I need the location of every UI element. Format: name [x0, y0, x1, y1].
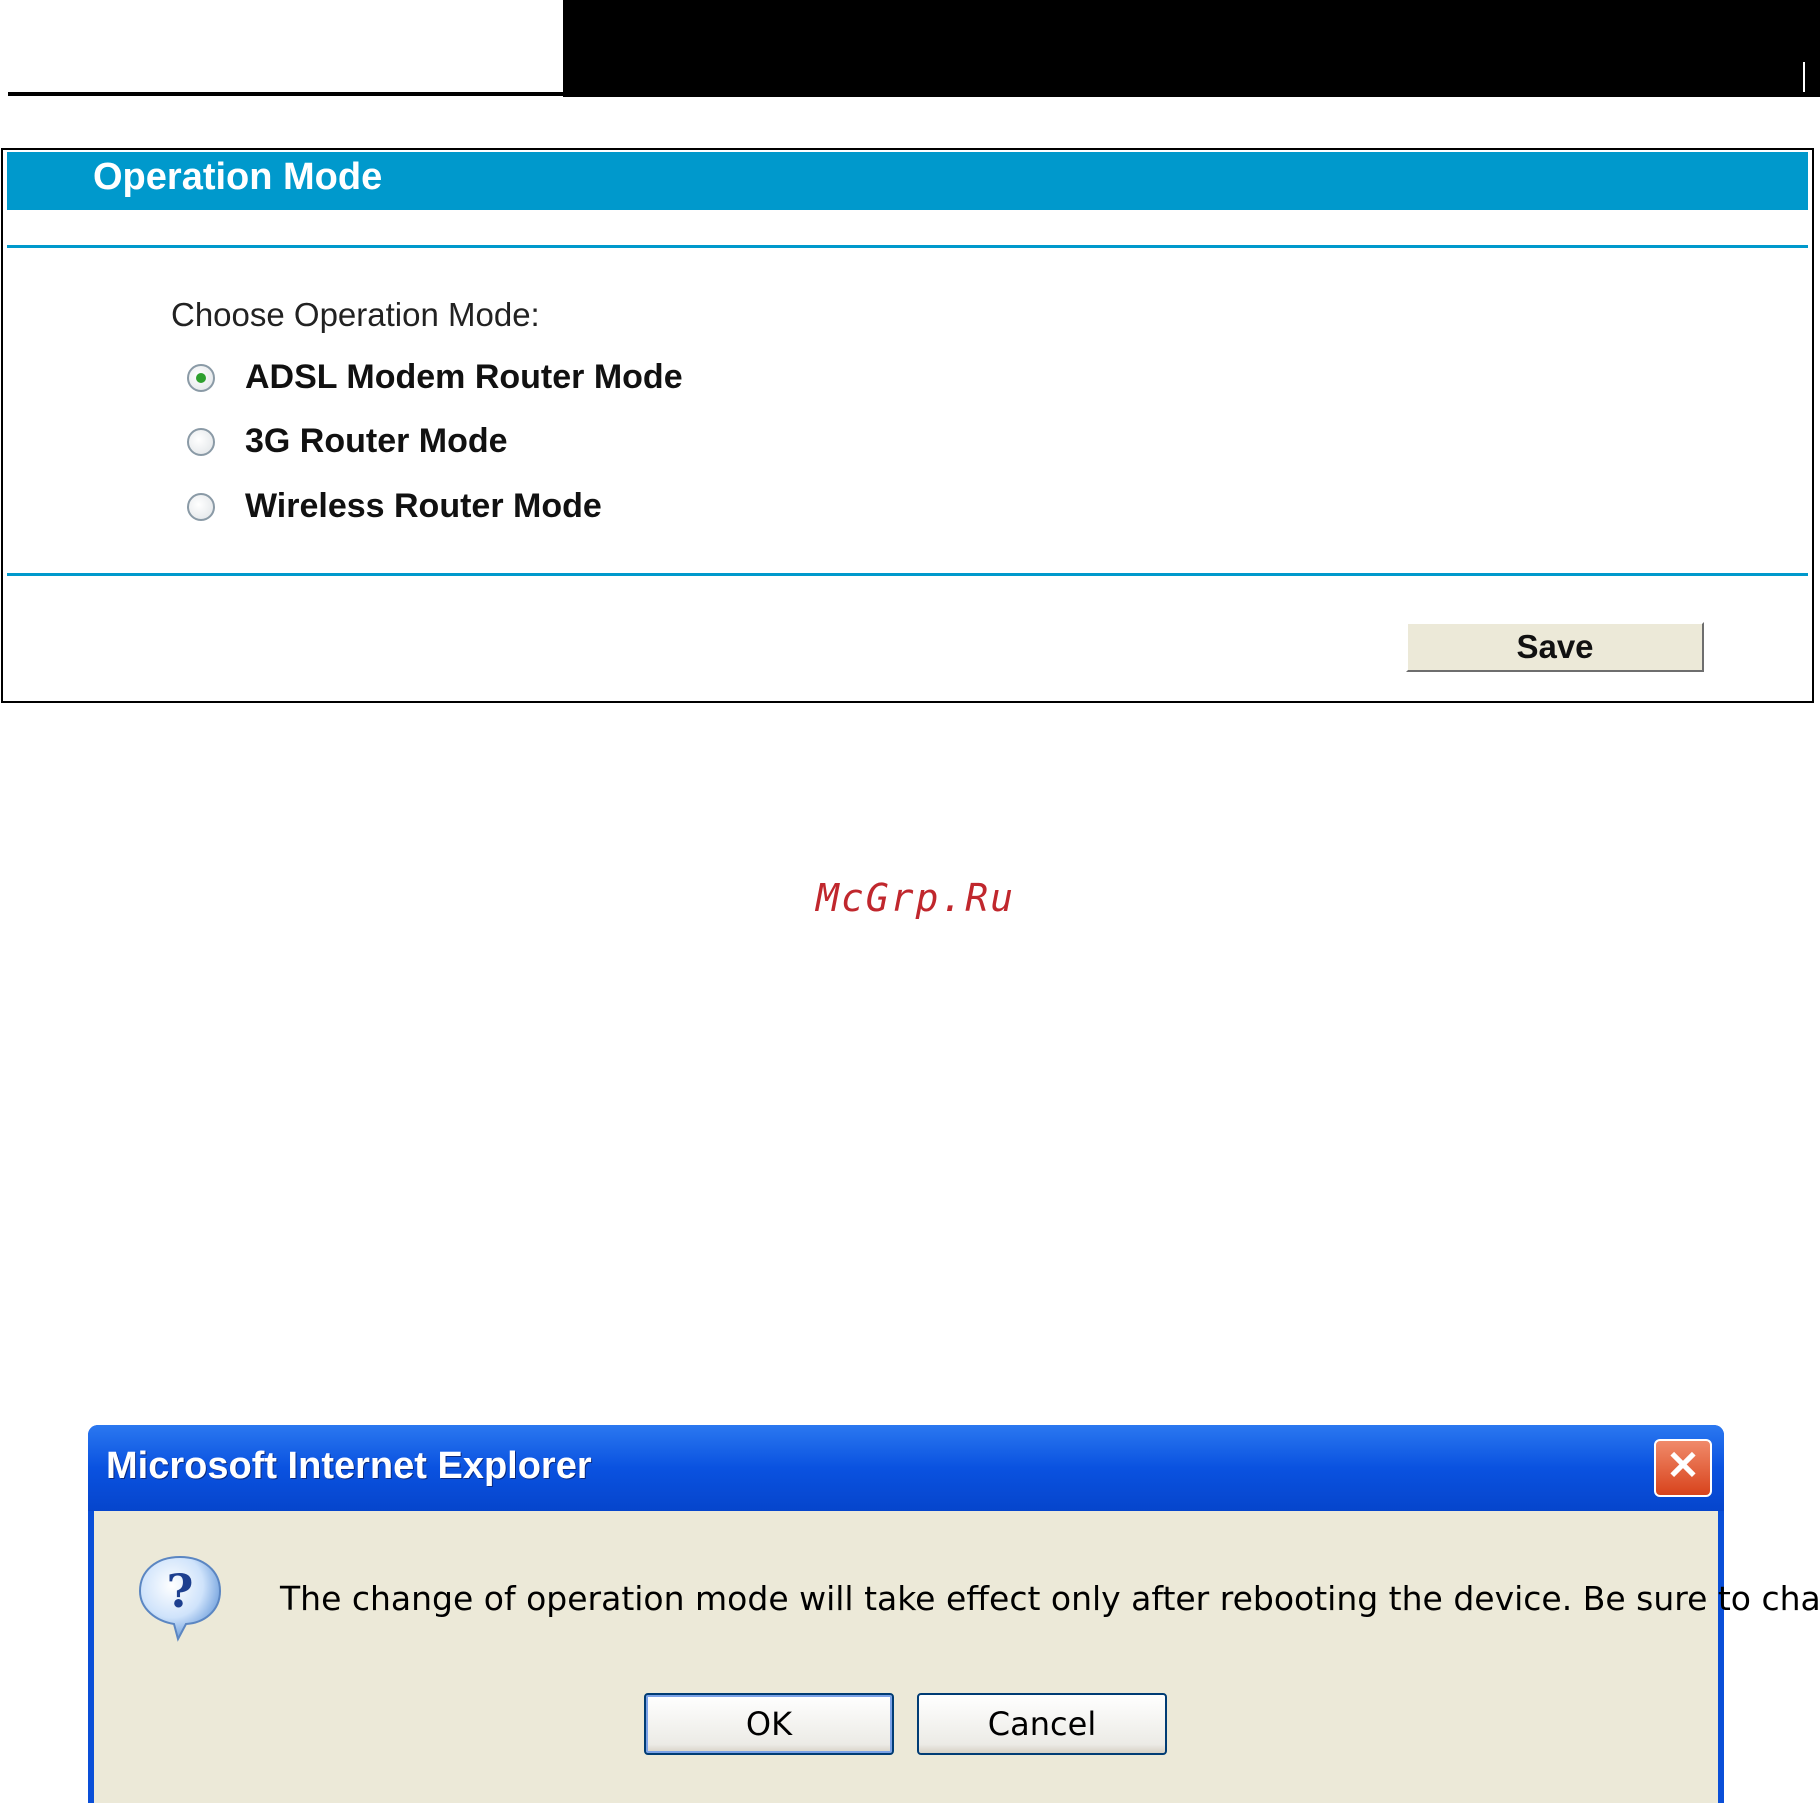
- option-wireless-router[interactable]: Wireless Router Mode: [187, 487, 602, 526]
- radio-wireless[interactable]: [187, 492, 215, 521]
- radio-3g[interactable]: [187, 427, 215, 456]
- save-button[interactable]: Save: [1406, 622, 1704, 672]
- option-label: ADSL Modem Router Mode: [245, 358, 683, 396]
- operation-mode-panel: Operation Mode Choose Operation Mode: AD…: [1, 148, 1814, 703]
- header-left-underline: [8, 92, 563, 96]
- option-label: Wireless Router Mode: [245, 487, 602, 525]
- panel-title: Operation Mode: [7, 152, 1808, 210]
- watermark: McGrp.Ru: [816, 876, 1016, 920]
- divider-bottom: [7, 573, 1808, 576]
- radio-adsl-selected[interactable]: [187, 363, 215, 392]
- dialog-body: ? The change of operation mode will take…: [94, 1511, 1820, 1803]
- header-black-bar: [563, 0, 1820, 97]
- dialog-titlebar[interactable]: Microsoft Internet Explorer ✕: [88, 1425, 1724, 1511]
- option-label: 3G Router Mode: [245, 422, 508, 460]
- choose-mode-label: Choose Operation Mode:: [171, 296, 540, 333]
- option-adsl-modem-router[interactable]: ADSL Modem Router Mode: [187, 358, 683, 397]
- close-icon[interactable]: ✕: [1654, 1439, 1712, 1497]
- header-notch: [1803, 62, 1805, 92]
- dialog-message: The change of operation mode will take e…: [280, 1579, 1820, 1618]
- question-icon: ?: [138, 1555, 222, 1642]
- svg-text:?: ?: [167, 1564, 194, 1618]
- cancel-button[interactable]: Cancel: [917, 1693, 1167, 1755]
- confirm-dialog: Microsoft Internet Explorer ✕ ? The chan…: [88, 1425, 1820, 1803]
- dialog-title: Microsoft Internet Explorer: [106, 1445, 592, 1487]
- ok-button[interactable]: OK: [644, 1693, 894, 1755]
- divider-top: [7, 245, 1808, 248]
- option-3g-router[interactable]: 3G Router Mode: [187, 422, 508, 461]
